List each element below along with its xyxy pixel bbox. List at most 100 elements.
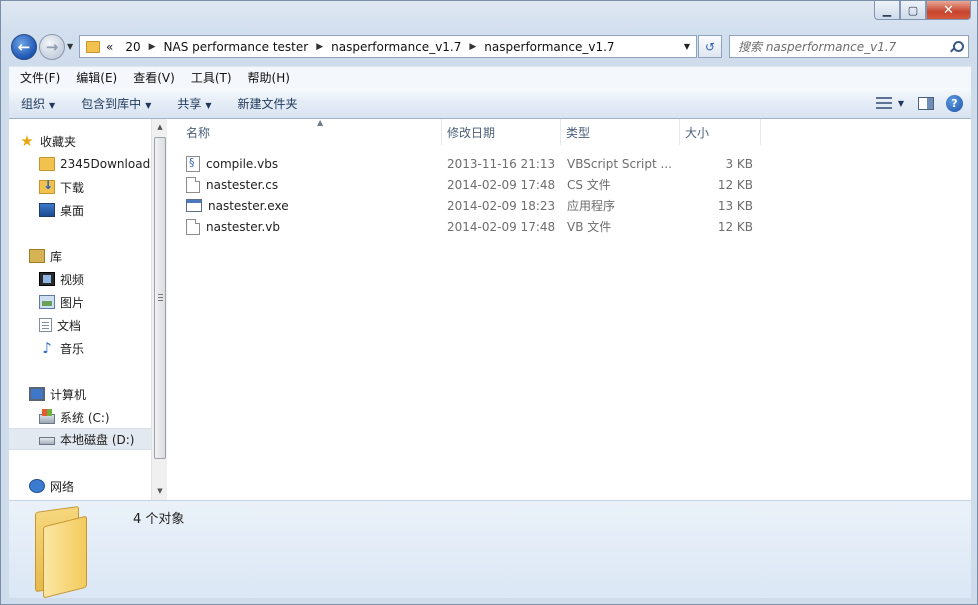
column-header-date[interactable]: 修改日期	[441, 119, 561, 145]
file-size: 12 KB	[717, 177, 753, 192]
table-row[interactable]: nastester.cs 2014-02-09 17:48 CS 文件 12 K…	[168, 174, 808, 195]
file-name: compile.vbs	[206, 156, 279, 171]
content-area: ★ 收藏夹 2345Downloads 下载 桌面 库 视频	[9, 118, 971, 500]
recent-pages-dropdown[interactable]: ▼	[67, 42, 73, 51]
sidebar-item-2345downloads[interactable]: 2345Downloads	[39, 153, 151, 175]
pictures-icon	[39, 295, 55, 309]
chevron-down-icon: ▼	[205, 100, 212, 110]
preview-pane-icon[interactable]	[918, 96, 934, 110]
forward-button[interactable]: →	[39, 34, 65, 60]
sidebar-item-label: 网络	[50, 479, 75, 494]
document-file-icon	[186, 218, 200, 235]
downloads-folder-icon	[39, 178, 55, 194]
address-bar[interactable]: « 20 ▶ NAS performance tester ▶ nasperfo…	[79, 35, 697, 58]
sidebar-item-videos[interactable]: 视频	[39, 268, 151, 290]
search-icon[interactable]	[950, 40, 964, 53]
file-name-cell: nastester.exe	[186, 195, 436, 216]
file-size: 13 KB	[717, 198, 753, 213]
star-icon: ★	[20, 132, 34, 150]
breadcrumb-item[interactable]: nasperformance_v1.7	[478, 40, 620, 54]
scroll-down-arrow-icon[interactable]: ▼	[152, 483, 168, 499]
view-dropdown-chevron-icon[interactable]: ▼	[898, 99, 904, 108]
scrollbar-thumb[interactable]	[154, 137, 166, 459]
close-button[interactable]: ✕	[926, 1, 971, 20]
column-header-name[interactable]: 名称 ▲	[180, 118, 442, 145]
menu-edit[interactable]: 编辑(E)	[71, 69, 122, 86]
video-icon	[39, 272, 55, 286]
refresh-button[interactable]: ↺	[698, 35, 722, 58]
search-input[interactable]: 搜索 nasperformance_v1.7	[729, 35, 969, 58]
menu-file[interactable]: 文件(F)	[15, 69, 65, 86]
computer-icon	[29, 387, 45, 401]
maximize-button[interactable]: ▢	[900, 1, 926, 20]
file-date: 2014-02-09 18:23	[447, 198, 556, 213]
sort-ascending-icon: ▲	[317, 118, 324, 127]
navigation-scrollbar[interactable]: ▲ ▼	[151, 119, 167, 500]
file-name-cell: compile.vbs	[186, 153, 436, 174]
chevron-down-icon: ▼	[145, 100, 152, 110]
sidebar-item-label: 下载	[60, 180, 85, 195]
include-in-library-button[interactable]: 包含到库中 ▼	[73, 95, 159, 112]
menu-view[interactable]: 查看(V)	[128, 69, 180, 86]
file-type: CS 文件	[567, 178, 611, 192]
organize-label: 组织	[21, 96, 46, 111]
column-header-type[interactable]: 类型	[560, 119, 680, 145]
sidebar-item-network[interactable]: 网络	[29, 475, 151, 497]
new-folder-button[interactable]: 新建文件夹	[230, 95, 306, 112]
breadcrumb-item[interactable]: 20	[119, 40, 146, 54]
view-options-icon[interactable]	[875, 97, 892, 109]
file-name-cell: nastester.vb	[186, 216, 436, 237]
help-icon[interactable]: ?	[946, 94, 963, 112]
folder-icon	[86, 40, 100, 53]
column-header-label: 修改日期	[447, 125, 496, 140]
sidebar-item-downloads[interactable]: 下载	[39, 176, 151, 198]
caption-buttons: ▁ ▢ ✕	[874, 1, 971, 20]
sidebar-item-favorites[interactable]: ★ 收藏夹	[19, 130, 151, 152]
back-button[interactable]: ←	[11, 34, 37, 60]
breadcrumb-separator[interactable]: ▶	[147, 42, 158, 52]
column-header-size[interactable]: 大小	[679, 119, 761, 145]
grip-icon	[158, 294, 163, 301]
column-header-label: 名称	[186, 125, 211, 140]
sidebar-item-desktop[interactable]: 桌面	[39, 199, 151, 221]
explorer-window: ▁ ▢ ✕ ← → ▼ « 20 ▶ NAS performance teste…	[0, 0, 978, 605]
sidebar-item-documents[interactable]: 文档	[39, 314, 151, 336]
script-file-icon	[186, 155, 200, 172]
breadcrumb-item[interactable]: nasperformance_v1.7	[325, 40, 467, 54]
breadcrumb-item[interactable]: NAS performance tester	[158, 40, 315, 54]
sidebar-item-label: 2345Downloads	[60, 157, 151, 171]
command-bar-right: ▼ ?	[875, 94, 971, 112]
sidebar-item-computer[interactable]: 计算机	[29, 383, 151, 405]
network-icon	[29, 479, 45, 493]
file-name: nastester.cs	[206, 177, 279, 192]
breadcrumb-separator[interactable]: ▶	[314, 42, 325, 52]
menu-tools[interactable]: 工具(T)	[186, 69, 237, 86]
table-row[interactable]: nastester.exe 2014-02-09 18:23 应用程序 13 K…	[168, 195, 808, 216]
scroll-up-arrow-icon[interactable]: ▲	[152, 119, 168, 135]
sidebar-item-pictures[interactable]: 图片	[39, 291, 151, 313]
sidebar-item-drive-d[interactable]: 本地磁盘 (D:)	[9, 428, 151, 450]
file-size: 3 KB	[725, 156, 753, 171]
file-name: nastester.vb	[206, 219, 281, 234]
breadcrumb-overflow[interactable]: «	[100, 40, 119, 54]
organize-button[interactable]: 组织 ▼	[13, 95, 63, 112]
sidebar-item-label: 视频	[60, 272, 85, 287]
include-library-label: 包含到库中	[81, 96, 142, 111]
large-folder-icon	[33, 505, 97, 599]
minimize-button[interactable]: ▁	[874, 1, 900, 20]
sidebar-item-label: 桌面	[60, 203, 85, 218]
table-row[interactable]: nastester.vb 2014-02-09 17:48 VB 文件 12 K…	[168, 216, 808, 237]
file-size: 12 KB	[717, 219, 753, 234]
documents-icon	[39, 318, 52, 332]
menu-help[interactable]: 帮助(H)	[243, 69, 295, 86]
table-row[interactable]: compile.vbs 2013-11-16 21:13 VBScript Sc…	[168, 153, 808, 174]
share-button[interactable]: 共享 ▼	[169, 95, 219, 112]
address-history-dropdown[interactable]: ▼	[684, 42, 690, 51]
sidebar-item-drive-c[interactable]: 系统 (C:)	[39, 406, 151, 428]
sidebar-item-music[interactable]: ♪ 音乐	[39, 337, 151, 359]
application-icon	[186, 199, 202, 212]
sidebar-item-libraries[interactable]: 库	[29, 245, 151, 267]
sidebar-item-label: 本地磁盘 (D:)	[60, 432, 135, 447]
breadcrumb-separator[interactable]: ▶	[467, 42, 478, 52]
sidebar-item-label: 计算机	[50, 387, 87, 402]
